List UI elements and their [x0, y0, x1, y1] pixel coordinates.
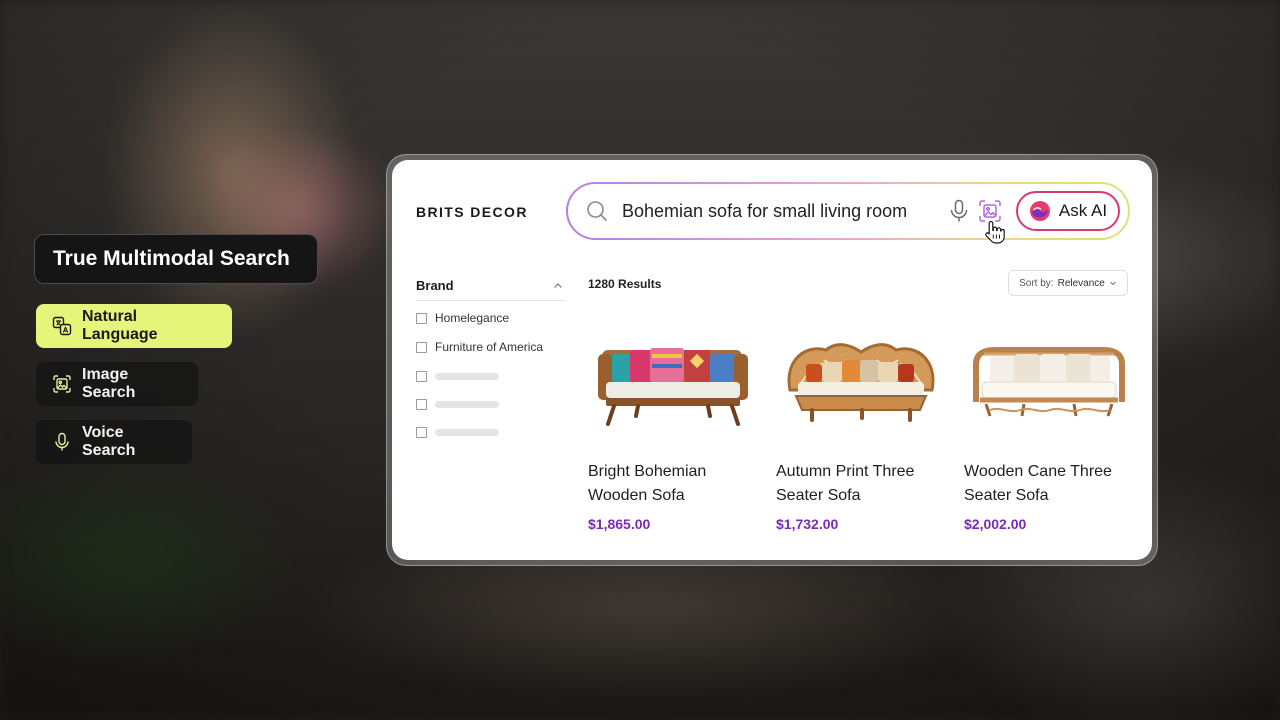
product-name[interactable]: Autumn Print Three Seater Sofa	[776, 460, 946, 508]
ask-ai-button[interactable]: Ask AI	[1016, 191, 1120, 231]
chevron-down-icon	[1110, 281, 1116, 286]
filter-option-label: Furniture of America	[435, 340, 544, 354]
search-icon	[587, 201, 608, 222]
chevron-up-icon[interactable]	[552, 280, 564, 292]
voice-search-pill[interactable]: Voice Search	[36, 420, 192, 464]
natural-language-pill[interactable]: Natural Language	[36, 304, 232, 348]
microphone-icon[interactable]	[948, 199, 970, 223]
filter-option-placeholder	[416, 368, 499, 384]
microphone-icon	[55, 432, 69, 451]
search-field[interactable]: Bohemian sofa for small living room Ask …	[568, 184, 1128, 244]
product-price: $2,002.00	[964, 516, 1027, 532]
sort-value: Relevance	[1057, 277, 1105, 289]
skeleton-line	[435, 400, 499, 408]
product-name[interactable]: Wooden Cane Three Seater Sofa	[964, 460, 1134, 508]
store-card: BRITS DECOR Bohemian sofa for small livi…	[392, 160, 1152, 560]
filter-option-placeholder	[416, 396, 499, 412]
checkbox	[416, 426, 427, 438]
image-search-label: Image Search	[82, 366, 136, 401]
search-input[interactable]: Bohemian sofa for small living room	[622, 201, 907, 222]
sort-label: Sort by:	[1019, 277, 1054, 289]
filter-option-furniture-of-america[interactable]: Furniture of America	[416, 339, 543, 355]
product-card[interactable]: Wooden Cane Three Seater Sofa $2,002.00	[964, 320, 1134, 532]
natural-language-label: Natural Language	[82, 308, 158, 343]
filter-option-label: Homelegance	[435, 311, 510, 325]
product-name[interactable]: Bright Bohemian Wooden Sofa	[588, 460, 758, 508]
ai-swirl-icon	[1029, 201, 1050, 221]
filter-option-placeholder	[416, 424, 499, 440]
checkbox	[416, 370, 427, 382]
brand-filter-title: Brand	[416, 278, 454, 293]
bohemian-sofa-image	[598, 348, 748, 426]
product-price: $1,865.00	[588, 516, 651, 532]
skeleton-line	[435, 372, 499, 380]
store-logo[interactable]: BRITS DECOR	[416, 204, 528, 220]
product-image[interactable]	[964, 320, 1134, 430]
image-search-icon	[53, 375, 71, 393]
rattan-sofa-image	[787, 343, 935, 422]
translate-icon	[52, 316, 72, 336]
checkbox	[416, 398, 427, 410]
sort-dropdown[interactable]: Sort by: Relevance	[1008, 270, 1128, 296]
product-card[interactable]: Autumn Print Three Seater Sofa $1,732.00	[776, 320, 946, 532]
checkbox[interactable]	[416, 312, 427, 324]
filter-option-homelegance[interactable]: Homelegance	[416, 310, 509, 326]
image-search-pill[interactable]: Image Search	[36, 362, 198, 406]
search-bar: Bohemian sofa for small living room Ask …	[566, 182, 1130, 244]
voice-search-label: Voice Search	[82, 424, 136, 459]
product-image[interactable]	[776, 320, 946, 430]
checkbox[interactable]	[416, 341, 427, 353]
brand-filter-header[interactable]: Brand	[416, 276, 564, 301]
product-price: $1,732.00	[776, 516, 839, 532]
feature-title: True Multimodal Search	[34, 234, 318, 284]
cane-sofa-image	[973, 347, 1125, 417]
product-card[interactable]: Bright Bohemian Wooden Sofa $1,865.00	[588, 320, 758, 532]
product-image[interactable]	[588, 320, 758, 430]
hand-cursor-icon	[985, 220, 1005, 244]
feature-title-text: True Multimodal Search	[53, 247, 290, 270]
skeleton-line	[435, 428, 499, 436]
ask-ai-label: Ask AI	[1058, 201, 1108, 220]
results-count: 1280 Results	[588, 277, 662, 291]
